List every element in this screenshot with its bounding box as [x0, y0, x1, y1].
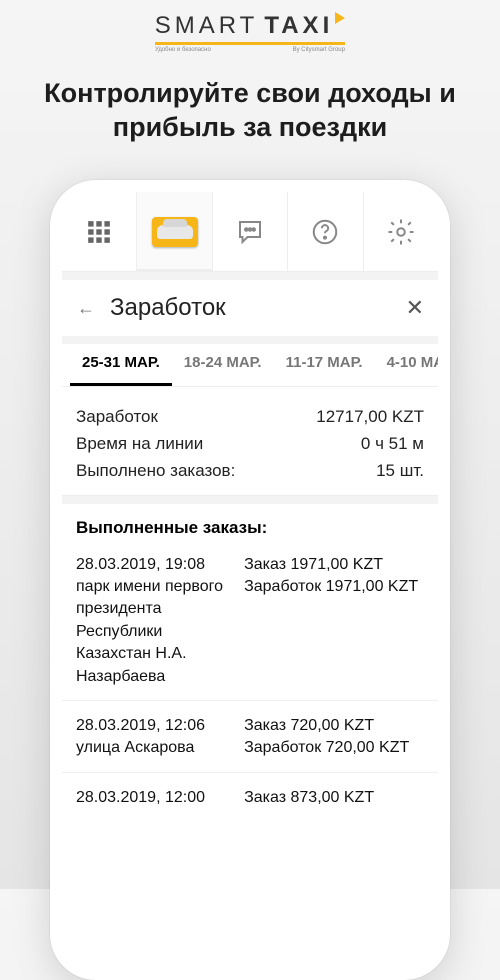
week-tab[interactable]: 11-17 МАР. [274, 344, 375, 386]
tab-grid-button[interactable] [62, 192, 137, 271]
order-total: Заказ 720,00 KZT [244, 715, 424, 737]
tab-chat-button[interactable] [213, 192, 288, 271]
brand-triangle-icon [335, 12, 345, 24]
brand-word-taxi: TAXI [264, 12, 345, 40]
order-earn: Заработок 720,00 KZT [244, 737, 424, 759]
week-tab[interactable]: 4-10 МАР. [375, 344, 438, 386]
help-icon [310, 217, 340, 247]
order-total: Заказ 1971,00 KZT [244, 554, 424, 576]
order-place: парк имени первого президента Республики… [76, 576, 236, 688]
back-arrow-icon: ← [77, 298, 95, 318]
order-total: Заказ 873,00 KZT [244, 787, 424, 809]
chat-icon [235, 217, 265, 247]
order-earn: Заработок 1971,00 KZT [244, 576, 424, 688]
order-divider [62, 700, 438, 701]
summary-done-value: 15 шт. [376, 457, 424, 484]
earnings-summary: Заработок 12717,00 KZT Время на линии 0 … [62, 387, 438, 496]
order-item[interactable]: 28.03.2019, 12:06 Заказ 720,00 KZT улица… [62, 707, 438, 766]
page-title: Заработок [110, 294, 400, 322]
close-button[interactable]: ✕ [400, 295, 424, 321]
summary-done-label: Выполнено заказов: [76, 457, 235, 484]
order-time: 28.03.2019, 12:00 [76, 787, 236, 809]
top-tabbar [62, 192, 438, 272]
divider-strip [62, 496, 438, 504]
brand-tagline-left: Удобно и безопасно [155, 47, 211, 53]
order-place: улица Аскарова [76, 737, 236, 759]
divider-strip [62, 272, 438, 280]
back-button[interactable]: ← [76, 298, 96, 319]
gear-icon [386, 217, 416, 247]
order-divider [62, 772, 438, 773]
order-item[interactable]: 28.03.2019, 19:08 Заказ 1971,00 KZT парк… [62, 546, 438, 694]
order-time: 28.03.2019, 19:08 [76, 554, 236, 576]
order-item[interactable]: 28.03.2019, 12:00 Заказ 873,00 KZT [62, 779, 438, 815]
summary-earnings-value: 12717,00 KZT [316, 403, 424, 430]
phone-mockup: ← Заработок ✕ 25-31 МАР. 18-24 МАР. 11-1… [50, 180, 450, 980]
grid-icon [86, 219, 112, 245]
brand-underline [155, 42, 345, 45]
order-time: 28.03.2019, 12:06 [76, 715, 236, 737]
marketing-headline: Контролируйте свои доходы и прибыль за п… [0, 77, 500, 145]
brand-word-smart: SMART [155, 12, 259, 40]
divider-strip [62, 336, 438, 344]
close-icon: ✕ [406, 295, 424, 320]
week-tab[interactable]: 25-31 МАР. [70, 344, 172, 386]
completed-title: Выполненные заказы: [62, 504, 438, 546]
brand-logo: SMART TAXI Удобно и безопасно By Citysma… [0, 0, 500, 53]
car-icon [152, 217, 198, 247]
tab-settings-button[interactable] [364, 192, 438, 271]
week-tabs: 25-31 МАР. 18-24 МАР. 11-17 МАР. 4-10 МА… [62, 344, 438, 387]
summary-earnings-label: Заработок [76, 403, 158, 430]
summary-online-label: Время на линии [76, 430, 203, 457]
phone-screen: ← Заработок ✕ 25-31 МАР. 18-24 МАР. 11-1… [62, 192, 438, 968]
summary-online-value: 0 ч 51 м [361, 430, 424, 457]
brand-tagline-right: By Citysmart Group [293, 47, 345, 53]
tab-help-button[interactable] [288, 192, 363, 271]
tab-car-button[interactable] [137, 192, 212, 271]
week-tab[interactable]: 18-24 МАР. [172, 344, 274, 386]
